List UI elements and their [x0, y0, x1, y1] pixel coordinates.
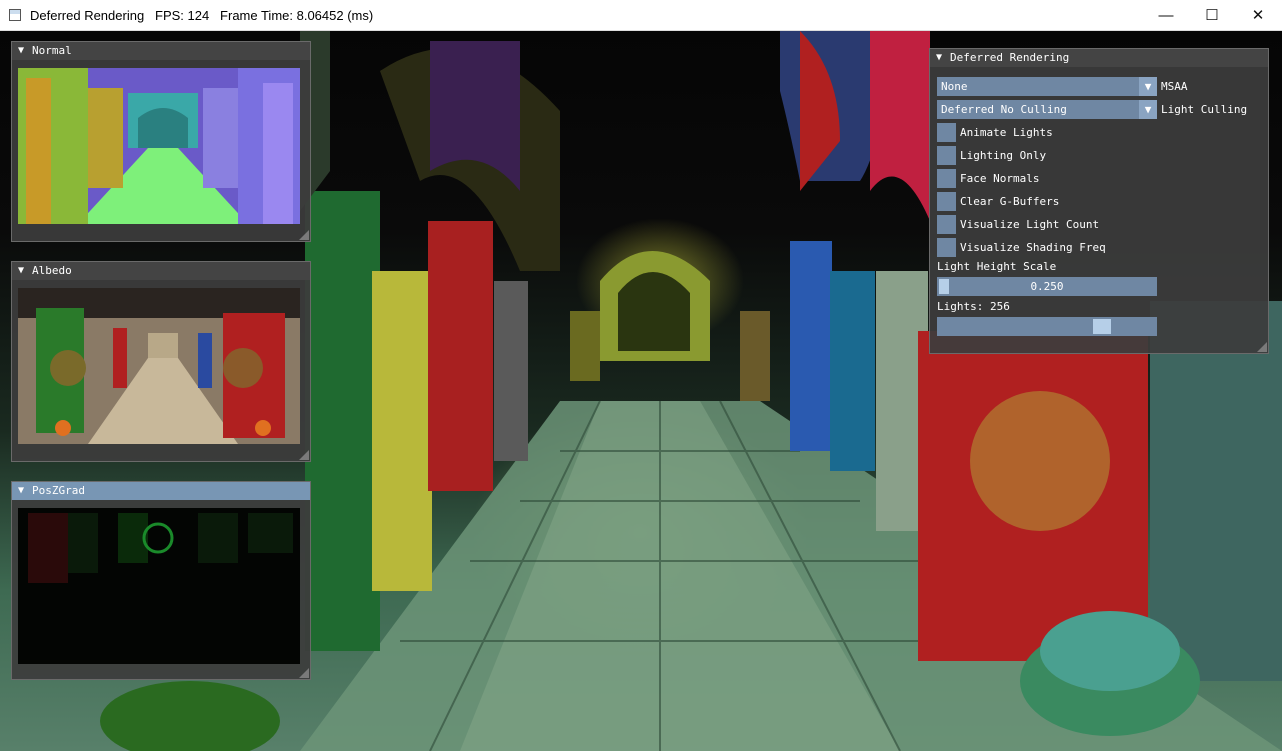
poszgrad-preview-window[interactable]: ▼ PosZGrad [11, 481, 311, 680]
lighting-only-label: Lighting Only [960, 149, 1047, 162]
normal-buffer-image [18, 68, 300, 224]
maximize-icon: ☐ [1205, 7, 1219, 24]
panel-title: Deferred Rendering [950, 51, 1070, 64]
light-culling-combo[interactable]: Deferred No Culling ▼ [937, 100, 1157, 119]
deferred-rendering-panel[interactable]: ▼ Deferred Rendering None ▼ MSAA Deferre… [929, 48, 1269, 354]
albedo-preview-title: Albedo [32, 264, 72, 277]
visualize-shading-freq-label: Visualize Shading Freq [960, 241, 1106, 254]
collapse-icon[interactable]: ▼ [18, 262, 24, 280]
poszgrad-preview-title: PosZGrad [32, 484, 85, 497]
chevron-down-icon[interactable]: ▼ [1139, 100, 1157, 119]
light-height-scale-value: 0.250 [1030, 280, 1064, 293]
collapse-icon[interactable]: ▼ [18, 482, 24, 500]
resize-grip[interactable] [299, 450, 309, 460]
visualize-light-count-checkbox[interactable] [937, 215, 956, 234]
collapse-icon[interactable]: ▼ [936, 49, 942, 67]
poszgrad-buffer-image [18, 508, 300, 664]
albedo-preview-window[interactable]: ▼ Albedo [11, 261, 311, 462]
animate-lights-checkbox[interactable] [937, 123, 956, 142]
panel-titlebar[interactable]: ▼ Deferred Rendering [930, 49, 1268, 67]
close-icon: ✕ [1251, 7, 1265, 24]
close-button[interactable]: ✕ [1235, 0, 1281, 30]
resize-grip[interactable] [299, 230, 309, 240]
light-height-scale-slider[interactable]: 0.250 [937, 277, 1157, 296]
resize-grip[interactable] [299, 668, 309, 678]
app-icon [9, 9, 21, 21]
albedo-preview-titlebar[interactable]: ▼ Albedo [12, 262, 310, 280]
face-normals-checkbox[interactable] [937, 169, 956, 188]
msaa-combo[interactable]: None ▼ [937, 77, 1157, 96]
collapse-icon[interactable]: ▼ [18, 42, 24, 60]
light-height-scale-label: Light Height Scale [937, 260, 1057, 273]
lights-count-label: Lights: 256 [937, 300, 1010, 313]
window-titlebar: Deferred Rendering FPS: 124 Frame Time: … [0, 0, 1282, 31]
visualize-shading-freq-checkbox[interactable] [937, 238, 956, 257]
light-culling-value: Deferred No Culling [941, 103, 1067, 116]
visualize-light-count-label: Visualize Light Count [960, 218, 1100, 231]
lighting-only-checkbox[interactable] [937, 146, 956, 165]
resize-grip[interactable] [1257, 342, 1267, 352]
normal-preview-title: Normal [32, 44, 72, 57]
chevron-down-icon[interactable]: ▼ [1139, 77, 1157, 96]
normal-preview-titlebar[interactable]: ▼ Normal [12, 42, 310, 60]
msaa-label: MSAA [1161, 80, 1188, 93]
animate-lights-label: Animate Lights [960, 126, 1053, 139]
msaa-value: None [941, 80, 968, 93]
slider-grab[interactable] [1093, 319, 1112, 334]
minimize-icon: — [1158, 6, 1174, 24]
normal-preview-window[interactable]: ▼ Normal [11, 41, 311, 242]
lights-slider[interactable] [937, 317, 1157, 336]
poszgrad-preview-titlebar[interactable]: ▼ PosZGrad [12, 482, 310, 500]
window-title: Deferred Rendering FPS: 124 Frame Time: … [30, 8, 374, 23]
maximize-button[interactable]: ☐ [1189, 0, 1235, 30]
light-culling-label: Light Culling [1161, 103, 1248, 116]
minimize-button[interactable]: — [1143, 0, 1189, 30]
face-normals-label: Face Normals [960, 172, 1040, 185]
clear-gbuffers-label: Clear G-Buffers [960, 195, 1060, 208]
slider-grab[interactable] [939, 279, 949, 294]
clear-gbuffers-checkbox[interactable] [937, 192, 956, 211]
albedo-buffer-image [18, 288, 300, 444]
